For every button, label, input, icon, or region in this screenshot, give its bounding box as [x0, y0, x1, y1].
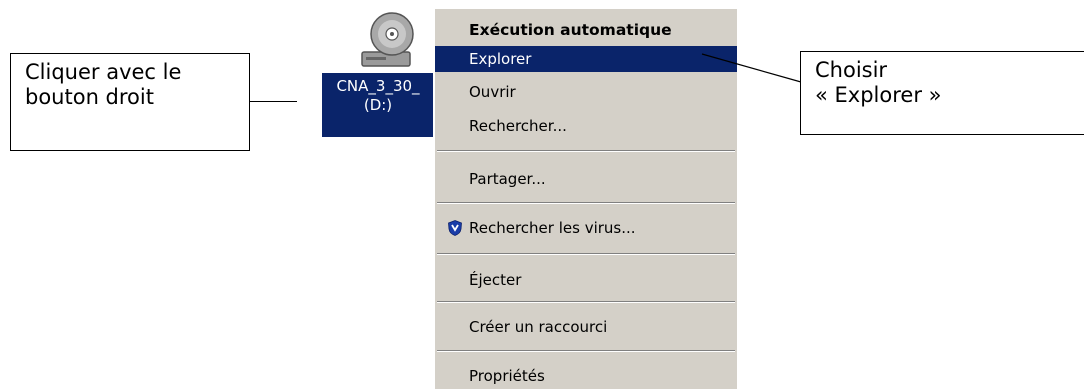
drive-label-letter: (D:) — [363, 96, 393, 114]
callout-right-line1: Choisir — [815, 58, 888, 82]
callout-right-line2: « Explorer » — [815, 83, 942, 107]
menu-separator — [437, 253, 735, 255]
callout-left-line2: bouton droit — [25, 85, 154, 109]
menu-item-label: Ouvrir — [469, 83, 516, 101]
menu-item-autoplay[interactable]: Exécution automatique — [435, 17, 737, 43]
menu-item-label: Rechercher les virus... — [469, 219, 636, 237]
context-menu: Exécution automatique Explorer Ouvrir Re… — [433, 9, 737, 389]
menu-item-search[interactable]: Rechercher... — [435, 113, 737, 139]
cd-drive-icon[interactable] — [356, 12, 418, 70]
menu-item-label: Propriétés — [469, 367, 545, 385]
menu-item-label: Créer un raccourci — [469, 318, 608, 336]
drive-label[interactable]: CNA_3_30_ (D:) — [322, 73, 434, 137]
menu-separator — [437, 202, 735, 204]
menu-item-label: Rechercher... — [469, 117, 567, 135]
menu-item-label: Exécution automatique — [469, 21, 672, 39]
shield-icon — [448, 220, 462, 236]
callout-left-line1: Cliquer avec le — [25, 60, 182, 84]
menu-item-virus-scan[interactable]: Rechercher les virus... — [435, 215, 737, 241]
menu-item-share[interactable]: Partager... — [435, 166, 737, 192]
menu-item-eject[interactable]: Éjecter — [435, 267, 737, 293]
leader-line-left — [250, 101, 297, 102]
menu-item-open[interactable]: Ouvrir — [435, 79, 737, 105]
menu-item-label: Éjecter — [469, 271, 522, 289]
menu-item-label: Partager... — [469, 170, 546, 188]
callout-right-click: Cliquer avec le bouton droit — [10, 53, 250, 151]
menu-separator — [437, 301, 735, 303]
menu-separator — [437, 350, 735, 352]
callout-choose-explore: Choisir « Explorer » — [800, 51, 1084, 135]
menu-item-explore[interactable]: Explorer — [435, 46, 737, 72]
menu-separator — [437, 150, 735, 152]
menu-item-create-shortcut[interactable]: Créer un raccourci — [435, 314, 737, 340]
drive-label-name: CNA_3_30_ — [336, 77, 420, 95]
menu-item-label: Explorer — [469, 50, 532, 68]
menu-item-properties[interactable]: Propriétés — [435, 363, 737, 389]
leader-line-right — [701, 53, 802, 83]
